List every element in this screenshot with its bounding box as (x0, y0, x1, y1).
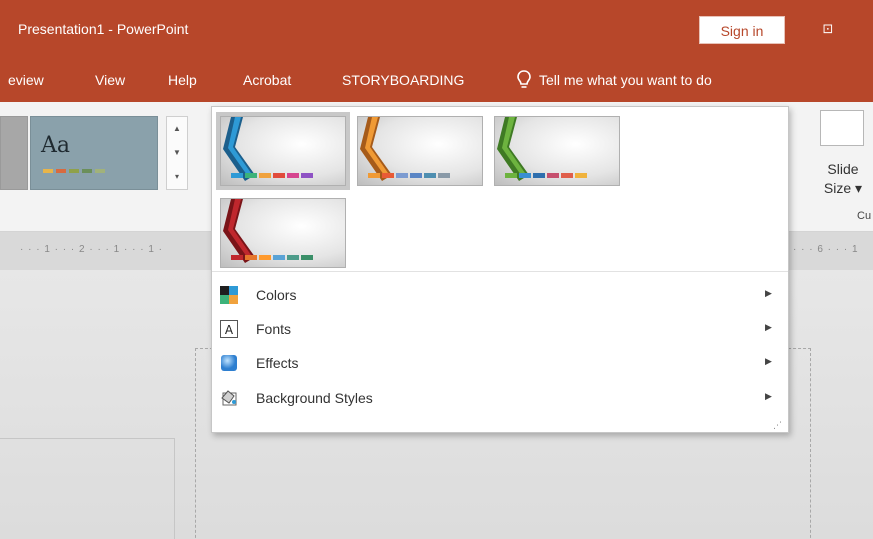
slide-size-label: Slide Size (823, 161, 859, 196)
chevron-right-icon: ▶ (765, 391, 772, 401)
chevron-right-icon: ▶ (765, 322, 772, 332)
colors-icon (220, 286, 238, 304)
lightbulb-icon (517, 70, 531, 88)
variant-color-swatches (505, 173, 587, 178)
color-swatch (410, 173, 422, 178)
ribbon-tabs: eview View Help Acrobat STORYBOARDING Te… (0, 60, 873, 102)
color-swatch (438, 173, 450, 178)
color-swatch (287, 255, 299, 260)
menu-label-background-styles: Background Styles (256, 390, 373, 406)
group-label: Cu (857, 210, 872, 222)
slide-size-icon (820, 110, 864, 146)
color-swatch (259, 255, 271, 260)
color-swatch (287, 173, 299, 178)
tab-help[interactable]: Help (168, 72, 197, 88)
color-swatch (533, 173, 545, 178)
menu-item-fonts[interactable]: A Fonts ▶ (212, 312, 788, 346)
tell-me-search[interactable]: Tell me what you want to do (517, 70, 712, 90)
menu-item-effects[interactable]: Effects ▶ (212, 346, 788, 380)
variant-color-swatches (231, 255, 313, 260)
menu-label-fonts: Fonts (256, 321, 292, 337)
background-styles-icon (221, 390, 237, 406)
effects-icon (221, 355, 237, 371)
color-swatch (231, 255, 243, 260)
menu-item-colors[interactable]: Colors ▶ (212, 278, 788, 312)
color-swatch (301, 255, 313, 260)
color-swatch (231, 173, 243, 178)
fonts-icon: A (220, 320, 238, 338)
color-swatch (273, 173, 285, 178)
scroll-down-icon[interactable]: ▼ (167, 141, 187, 165)
theme-preview-text: Aa (41, 133, 71, 158)
theme-variant-3[interactable] (494, 116, 620, 186)
color-swatch (245, 173, 257, 178)
color-swatch (519, 173, 531, 178)
ruler-left: · · · 1 · · · 2 · · · 1 · · · 1 · (20, 244, 163, 255)
color-swatch (259, 173, 271, 178)
color-swatch (575, 173, 587, 178)
color-swatch (301, 173, 313, 178)
menu-label-effects: Effects (256, 355, 299, 371)
theme-color-swatches (43, 169, 105, 173)
theme-gallery-scroll: ▲ ▼ ▾ (166, 116, 188, 190)
color-swatch (424, 173, 436, 178)
slide-size-button[interactable]: Slide Size ▾ (808, 110, 868, 198)
theme-variant-1[interactable] (216, 112, 350, 190)
sign-in-button[interactable]: Sign in (699, 16, 785, 44)
tell-me-label: Tell me what you want to do (539, 72, 712, 88)
color-swatch (561, 173, 573, 178)
variant-color-swatches (231, 173, 313, 178)
tab-view[interactable]: View (95, 72, 125, 88)
tab-acrobat[interactable]: Acrobat (243, 72, 291, 88)
chevron-down-icon: ▾ (855, 180, 863, 196)
title-bar: Presentation1 - PowerPoint Sign in ⊡ (0, 0, 873, 60)
resize-grip[interactable]: ⋰ (773, 420, 782, 431)
color-swatch (245, 255, 257, 260)
restore-window-icon[interactable]: ⊡ (818, 20, 838, 38)
window-title: Presentation1 - PowerPoint (18, 21, 189, 37)
ruler-right: · · · 6 · · · 1 (793, 244, 859, 255)
separator (212, 271, 788, 272)
chevron-right-icon: ▶ (765, 356, 772, 366)
color-swatch (273, 255, 285, 260)
menu-item-background-styles[interactable]: Background Styles ▶ (212, 381, 788, 415)
color-swatch (547, 173, 559, 178)
chevron-right-icon: ▶ (765, 288, 772, 298)
slide-placeholder-left[interactable] (0, 438, 175, 539)
svg-text:A: A (225, 323, 234, 337)
theme-thumbnail[interactable]: Aa (30, 116, 158, 190)
menu-label-colors: Colors (256, 287, 297, 303)
more-icon[interactable]: ▾ (167, 165, 187, 189)
tab-review[interactable]: eview (8, 72, 44, 88)
scroll-up-icon[interactable]: ▲ (167, 117, 187, 141)
tab-storyboarding[interactable]: STORYBOARDING (342, 72, 464, 88)
theme-thumbnail-partial[interactable] (0, 116, 28, 190)
color-swatch (368, 173, 380, 178)
theme-variant-2[interactable] (357, 116, 483, 186)
theme-variant-4[interactable] (220, 198, 346, 268)
color-swatch (505, 173, 517, 178)
color-swatch (396, 173, 408, 178)
color-swatch (382, 173, 394, 178)
variant-color-swatches (368, 173, 450, 178)
